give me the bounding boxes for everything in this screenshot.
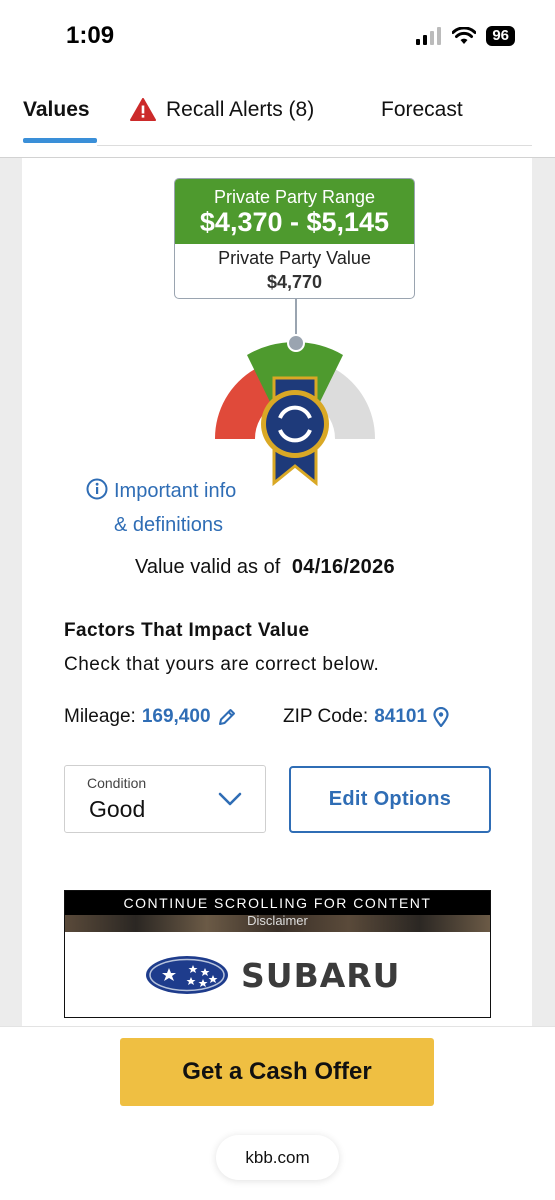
range-value: $4,370 - $5,145 bbox=[199, 207, 390, 237]
tab-forecast[interactable]: Forecast bbox=[381, 98, 463, 122]
ad-brand-text: SUBARU bbox=[241, 955, 401, 995]
value-gauge bbox=[214, 298, 376, 487]
status-time: 1:09 bbox=[66, 22, 115, 49]
condition-label: Condition bbox=[87, 775, 147, 791]
subaru-logo: SUBARU bbox=[145, 955, 400, 995]
battery-indicator: 96 bbox=[486, 26, 515, 46]
ad-disclaimer: Disclaimer bbox=[247, 915, 308, 928]
active-tab-indicator bbox=[23, 138, 97, 143]
page-gutter-left bbox=[0, 158, 22, 1028]
private-party-value-label: Private Party Value bbox=[218, 248, 371, 268]
url-bar[interactable]: kbb.com bbox=[216, 1135, 339, 1180]
status-icons: 96 bbox=[416, 26, 515, 46]
chevron-down-icon bbox=[218, 792, 242, 806]
subaru-stars-icon bbox=[146, 956, 228, 994]
tab-bar: Values Recall Alerts (8) Forecast bbox=[0, 74, 555, 158]
ad-scroll-banner: CONTINUE SCROLLING FOR CONTENT bbox=[65, 891, 490, 915]
pencil-icon[interactable] bbox=[217, 707, 237, 727]
gauge-pointer bbox=[287, 334, 305, 352]
valid-as-of-label: Value valid as of bbox=[135, 556, 281, 578]
value-valid-date: Value valid as of 04/16/2026 bbox=[135, 556, 395, 579]
advertisement[interactable]: CONTINUE SCROLLING FOR CONTENT Disclaime… bbox=[64, 890, 491, 1018]
info-link-line1: Important info bbox=[114, 480, 237, 502]
zip-label: ZIP Code: bbox=[283, 706, 369, 727]
range-label: Private Party Range bbox=[213, 187, 376, 207]
private-party-value: $4,770 bbox=[266, 272, 323, 292]
ad-image-strip: Disclaimer bbox=[65, 915, 490, 932]
tab-recall-label: Recall Alerts (8) bbox=[166, 98, 315, 121]
status-bar: 1:09 96 bbox=[0, 0, 555, 74]
page-gutter-right bbox=[532, 158, 555, 1028]
info-link-line2: & definitions bbox=[114, 514, 223, 536]
tab-values[interactable]: Values bbox=[23, 98, 90, 122]
mileage-field[interactable]: Mileage: 169,400 bbox=[64, 706, 237, 728]
edit-options-button[interactable]: Edit Options bbox=[289, 766, 491, 833]
important-info-link[interactable]: Important info & definitions bbox=[86, 474, 236, 542]
price-range-box: Private Party Range $4,370 - $5,145 Priv… bbox=[174, 178, 415, 299]
mileage-label: Mileage: bbox=[64, 706, 136, 727]
private-party-range: Private Party Range $4,370 - $5,145 bbox=[175, 179, 414, 244]
valid-as-of-date: 04/16/2026 bbox=[291, 556, 395, 578]
zip-value[interactable]: 84101 bbox=[374, 706, 427, 728]
info-icon bbox=[86, 478, 108, 500]
tab-values-label: Values bbox=[23, 98, 90, 121]
signal-icon bbox=[416, 27, 442, 45]
tab-recall-alerts[interactable]: Recall Alerts (8) bbox=[130, 98, 314, 122]
condition-select[interactable]: Condition Good bbox=[64, 765, 266, 833]
get-cash-offer-button[interactable]: Get a Cash Offer bbox=[120, 1038, 434, 1106]
location-pin-icon[interactable] bbox=[433, 707, 449, 727]
wifi-icon bbox=[452, 27, 477, 44]
factors-subtitle: Check that yours are correct below. bbox=[64, 654, 380, 675]
factors-title: Factors That Impact Value bbox=[64, 620, 310, 641]
mileage-value[interactable]: 169,400 bbox=[142, 706, 211, 728]
tab-forecast-label: Forecast bbox=[381, 98, 463, 121]
warning-icon bbox=[130, 98, 156, 121]
tabs-divider bbox=[97, 145, 532, 146]
condition-value: Good bbox=[89, 796, 146, 822]
zip-code-field[interactable]: ZIP Code: 84101 bbox=[283, 706, 449, 728]
